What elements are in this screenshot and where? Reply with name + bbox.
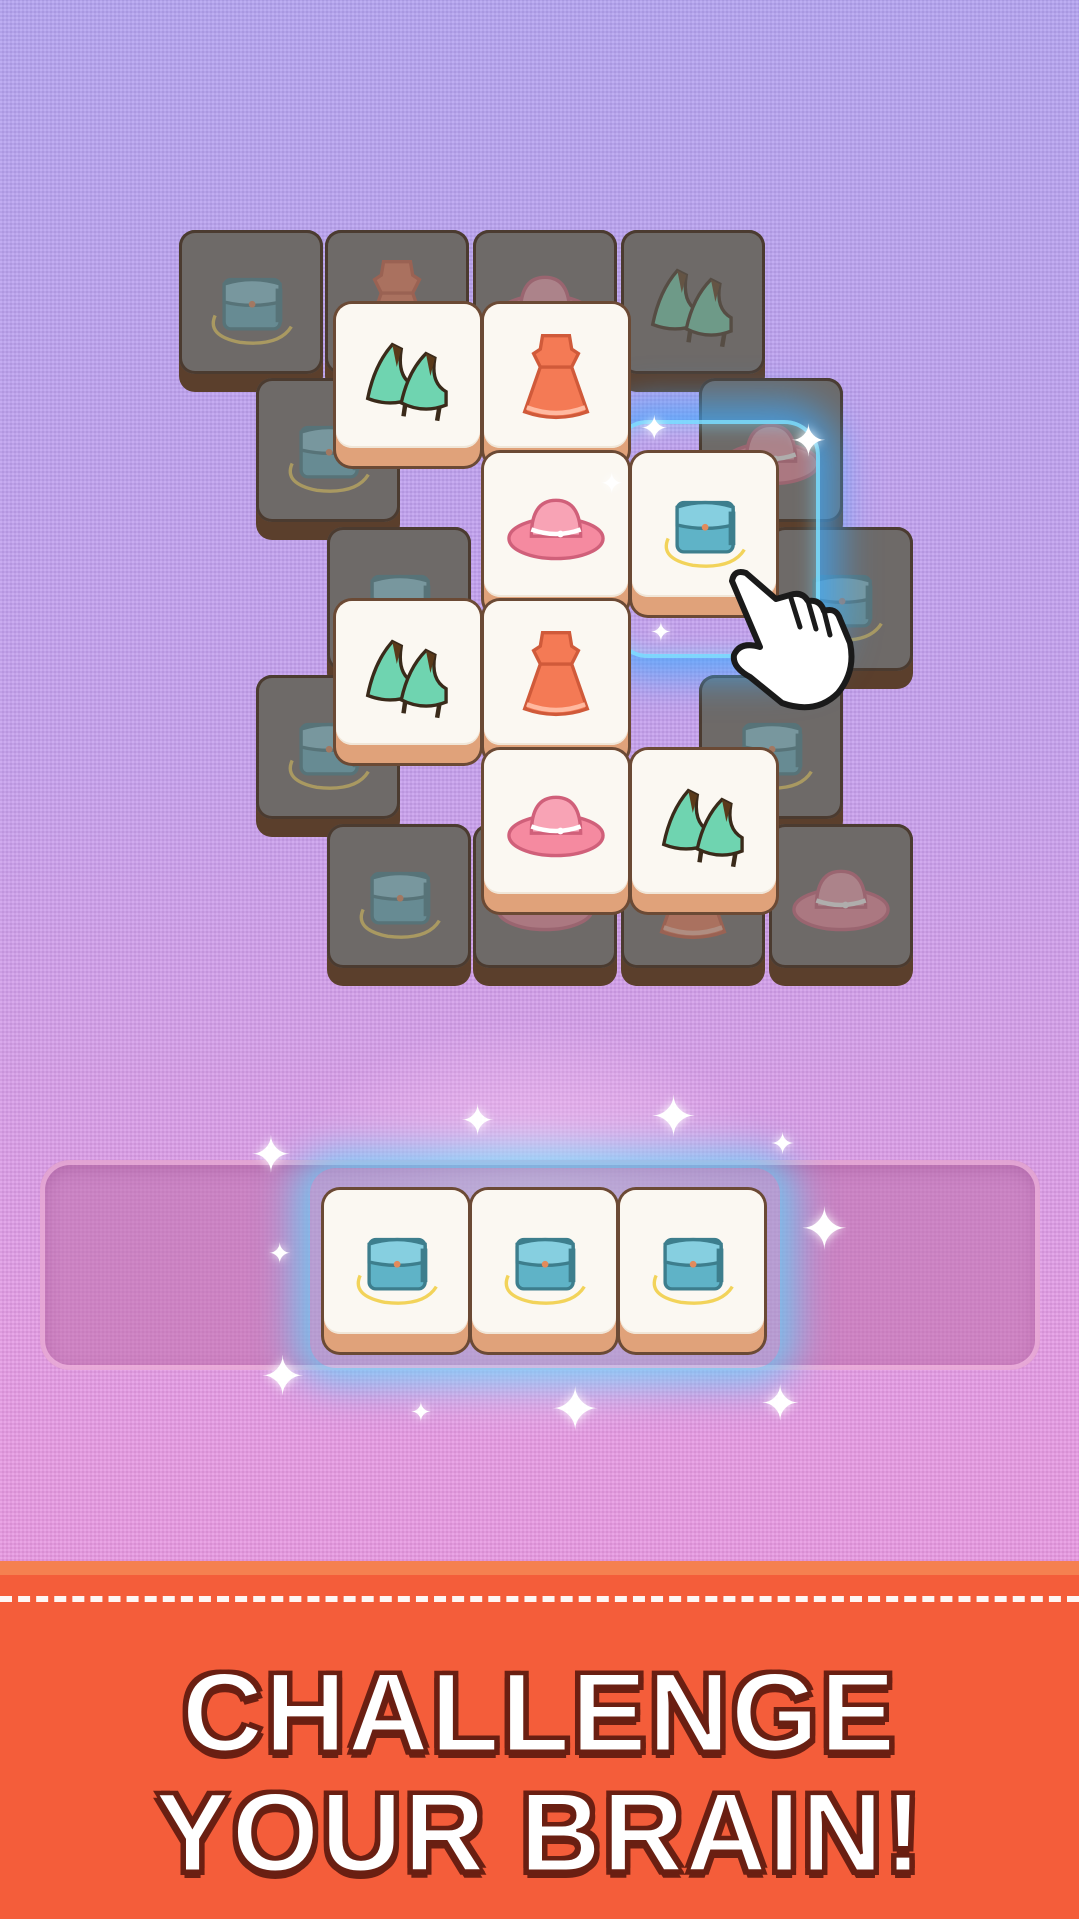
sparkle-icon: ✦ xyxy=(800,1195,849,1263)
hat-icon xyxy=(500,469,612,581)
banner-title-line1: CHALLENGE xyxy=(181,1649,897,1777)
dress-icon xyxy=(500,617,612,729)
tile-heels[interactable] xyxy=(336,304,480,466)
tile-board: ✦ ✦ ✦ ✦ xyxy=(0,0,1079,1100)
purse-icon xyxy=(488,1206,600,1318)
tray-tile-purse xyxy=(324,1190,468,1352)
covered-tile xyxy=(621,230,765,392)
heels-icon xyxy=(352,617,464,729)
covered-tile xyxy=(769,824,913,986)
sparkle-icon: ✦ xyxy=(640,409,669,449)
sparkle-icon: ✦ xyxy=(790,416,827,467)
heels-icon xyxy=(637,246,749,358)
sparkle-icon: ✦ xyxy=(650,618,672,648)
pointing-hand-icon xyxy=(729,569,855,711)
purse-icon xyxy=(340,1206,452,1318)
stitch-line xyxy=(0,1596,1079,1602)
tile-heels[interactable] xyxy=(336,601,480,763)
sparkle-icon: ✦ xyxy=(770,1127,796,1162)
tile-dress[interactable] xyxy=(484,304,628,466)
sparkle-icon: ✦ xyxy=(650,1085,697,1150)
tile-hat[interactable] xyxy=(484,750,628,912)
tile-heels[interactable] xyxy=(632,750,776,912)
heels-icon xyxy=(648,766,760,878)
tray-tile-purse xyxy=(620,1190,764,1352)
tile-dress[interactable] xyxy=(484,601,628,763)
purse-icon xyxy=(343,840,455,952)
covered-tile xyxy=(179,230,323,392)
heels-icon xyxy=(352,320,464,432)
covered-tile xyxy=(327,824,471,986)
sparkle-icon: ✦ xyxy=(410,1398,432,1428)
sparkle-icon: ✦ xyxy=(460,1096,496,1145)
banner-title-line2: YOUR BRAIN! xyxy=(154,1769,924,1897)
sparkle-icon: ✦ xyxy=(268,1237,292,1270)
purse-icon xyxy=(636,1206,748,1318)
sparkle-icon: ✦ xyxy=(250,1126,292,1184)
sparkle-icon: ✦ xyxy=(550,1375,601,1445)
dress-icon xyxy=(500,320,612,432)
hat-icon xyxy=(785,840,897,952)
sparkle-icon: ✦ xyxy=(760,1376,801,1432)
hat-icon xyxy=(500,766,612,878)
purse-icon xyxy=(195,246,307,358)
sparkle-icon: ✦ xyxy=(600,467,624,500)
sparkle-icon: ✦ xyxy=(260,1345,306,1408)
tray-tile-purse xyxy=(472,1190,616,1352)
